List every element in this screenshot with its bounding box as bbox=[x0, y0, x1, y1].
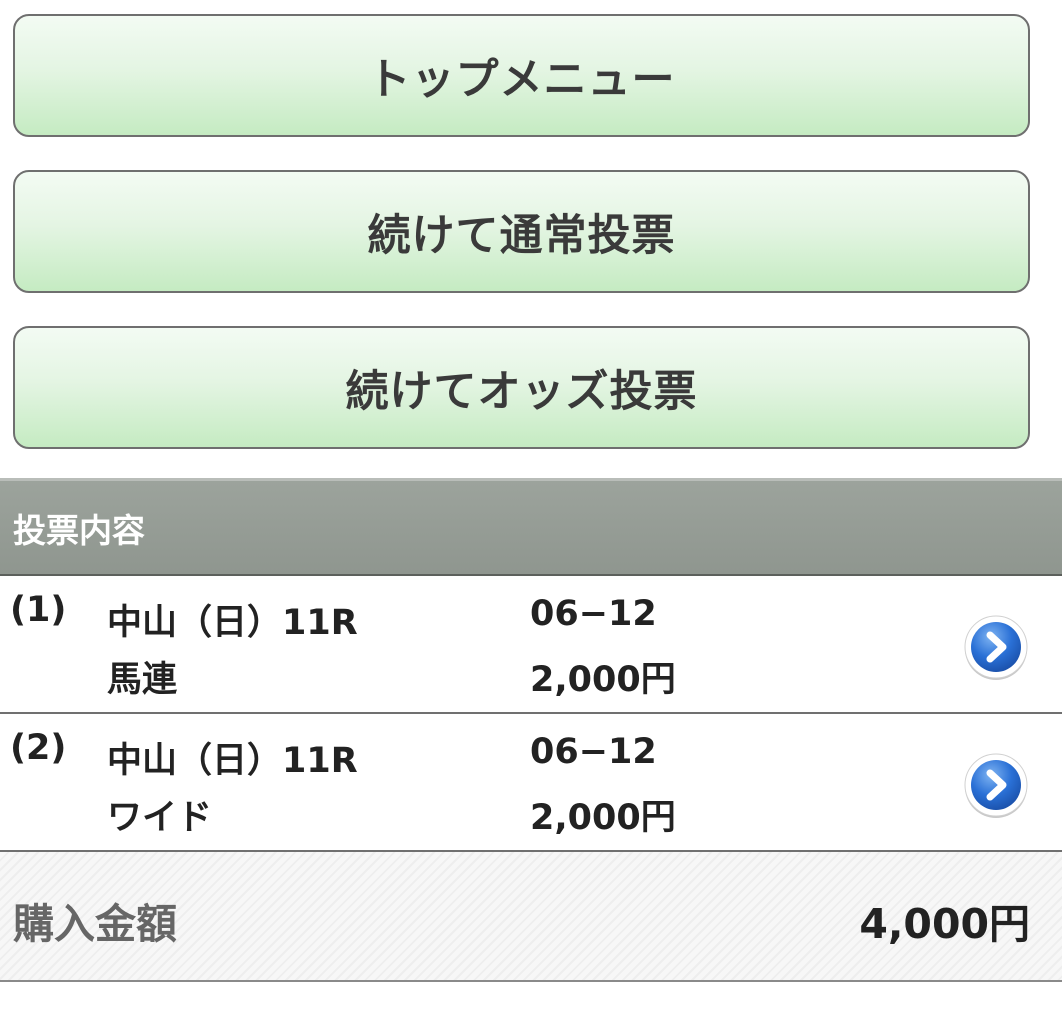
top-menu-button[interactable]: トップメニュー bbox=[13, 14, 1030, 137]
bet-row[interactable]: (2) 中山（日）11R ワイド 06−12 2,000円 bbox=[0, 714, 1062, 852]
chevron-right-circle-icon[interactable] bbox=[963, 614, 1029, 680]
purchase-total: 購入金額 4,000円 bbox=[0, 852, 1062, 982]
vote-contents-header: 投票内容 bbox=[0, 478, 1062, 576]
bet-combination: 06−12 bbox=[530, 732, 657, 772]
bet-race: 中山（日）11R bbox=[107, 741, 358, 781]
bet-amount: 2,000円 bbox=[530, 660, 676, 700]
bet-type: 馬連 bbox=[107, 660, 178, 700]
continue-odds-vote-button[interactable]: 続けてオッズ投票 bbox=[13, 326, 1030, 449]
bet-index: (2) bbox=[10, 728, 67, 768]
chevron-right-circle-icon[interactable] bbox=[963, 752, 1029, 818]
bet-combination: 06−12 bbox=[530, 594, 657, 634]
bet-index: (1) bbox=[10, 590, 67, 630]
bet-type: ワイド bbox=[107, 798, 213, 838]
bet-race: 中山（日）11R bbox=[107, 603, 358, 643]
purchase-total-value: 4,000円 bbox=[859, 900, 1030, 948]
vote-contents-title: 投票内容 bbox=[13, 510, 145, 550]
purchase-total-label: 購入金額 bbox=[13, 900, 177, 948]
bet-row[interactable]: (1) 中山（日）11R 馬連 06−12 2,000円 bbox=[0, 576, 1062, 714]
bet-amount: 2,000円 bbox=[530, 798, 676, 838]
continue-normal-vote-button[interactable]: 続けて通常投票 bbox=[13, 170, 1030, 293]
